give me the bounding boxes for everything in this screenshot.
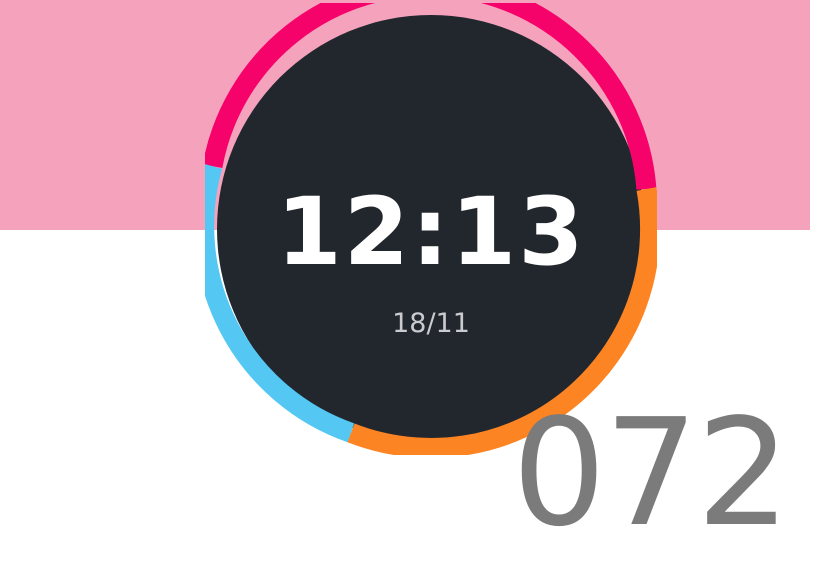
overlay-number: 072 (512, 387, 791, 559)
clock-date: 18/11 (392, 308, 470, 339)
clock-time: 12:13 (276, 178, 586, 287)
screen: 12:13 18/11 072 (0, 0, 827, 583)
